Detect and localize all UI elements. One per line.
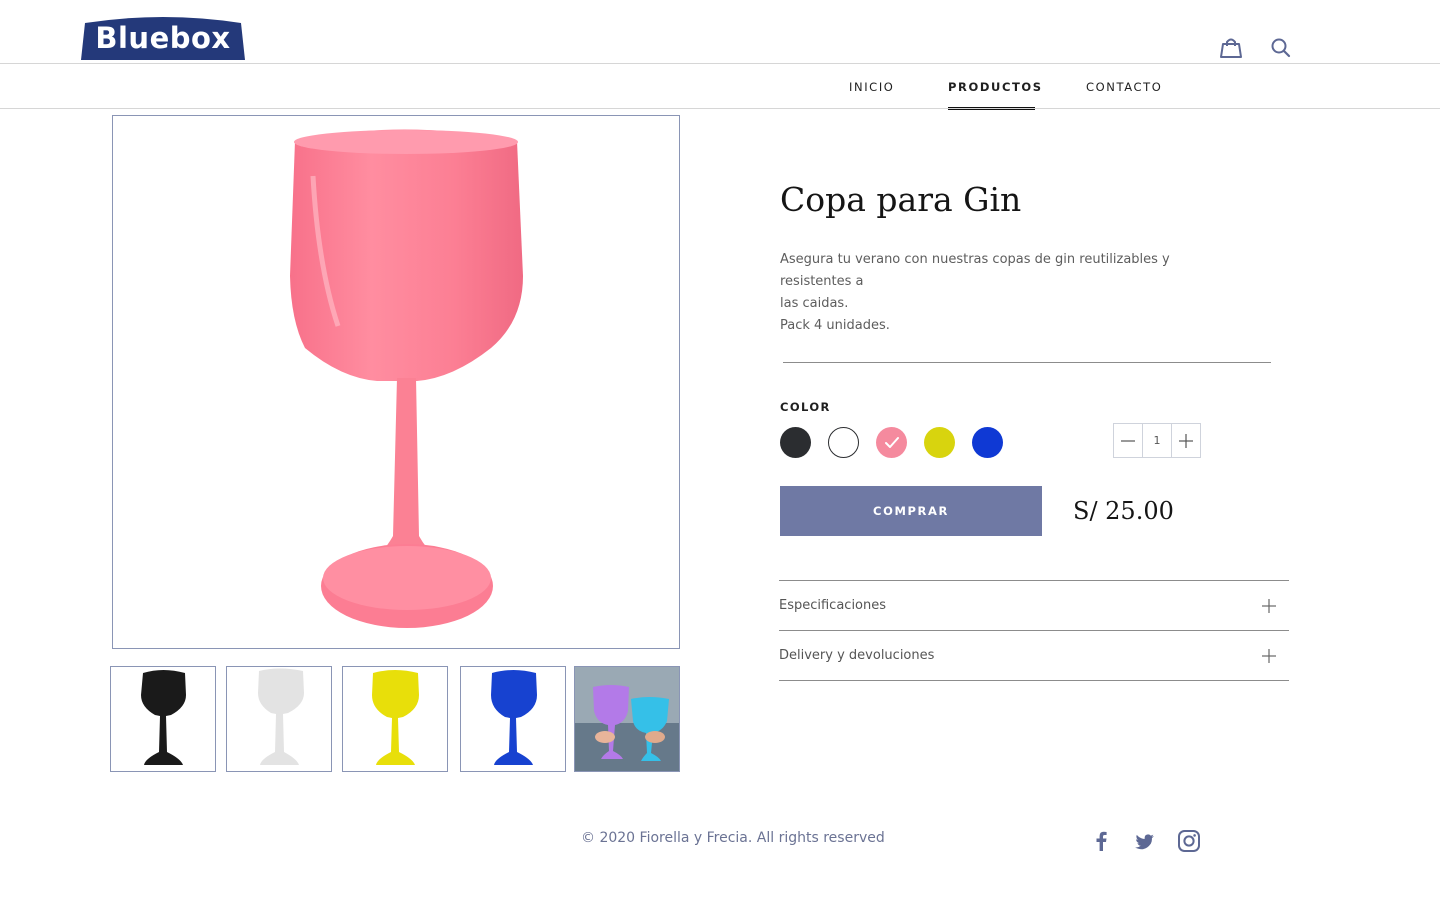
color-swatch-negro[interactable] bbox=[780, 427, 811, 458]
color-swatch-rosado[interactable] bbox=[876, 427, 907, 458]
accordion-divider bbox=[779, 630, 1289, 631]
footer-copyright: © 2020 Fiorella y Frecia. All rights res… bbox=[581, 830, 885, 846]
accordion-delivery[interactable]: Delivery y devoluciones bbox=[779, 632, 1289, 680]
instagram-icon[interactable] bbox=[1177, 829, 1201, 853]
description-line: las caidas. bbox=[780, 296, 849, 311]
accordion-especificaciones[interactable]: Especificaciones bbox=[779, 582, 1289, 630]
thumbnail-lifestyle-photo[interactable] bbox=[574, 666, 680, 772]
product-title: Copa para Gin bbox=[780, 180, 1022, 219]
description-line: Pack 4 unidades. bbox=[780, 318, 890, 333]
bag-icon[interactable] bbox=[1219, 37, 1243, 59]
color-swatch-azul[interactable] bbox=[972, 427, 1003, 458]
thumbnail-yellow[interactable] bbox=[342, 666, 448, 772]
main-product-image bbox=[112, 115, 680, 649]
minus-icon bbox=[1121, 440, 1135, 442]
twitter-icon[interactable] bbox=[1133, 829, 1155, 853]
nav-inicio[interactable]: INICIO bbox=[849, 80, 894, 94]
accordion-label: Delivery y devoluciones bbox=[779, 648, 935, 663]
buy-button[interactable]: COMPRAR bbox=[780, 486, 1042, 536]
quantity-input[interactable]: 1 bbox=[1142, 423, 1172, 458]
nav-productos[interactable]: PRODUCTOS bbox=[948, 80, 1043, 94]
quantity-value: 1 bbox=[1153, 434, 1161, 447]
facebook-icon[interactable] bbox=[1093, 829, 1109, 853]
logo-text: Bluebox bbox=[95, 21, 231, 55]
quantity-decrement-button[interactable] bbox=[1113, 423, 1143, 458]
color-swatch-blanco[interactable] bbox=[828, 427, 859, 458]
color-label: COLOR bbox=[780, 400, 831, 414]
nav-contacto[interactable]: CONTACTO bbox=[1086, 80, 1162, 94]
quantity-increment-button[interactable] bbox=[1171, 423, 1201, 458]
product-price: S/ 25.00 bbox=[1073, 497, 1174, 525]
plus-icon bbox=[1179, 434, 1193, 448]
product-description: Asegura tu verano con nuestras copas de … bbox=[780, 249, 1230, 337]
accordion-divider bbox=[779, 680, 1289, 681]
header-divider bbox=[0, 63, 1440, 64]
color-swatch-amarillo[interactable] bbox=[924, 427, 955, 458]
plus-icon bbox=[1262, 649, 1276, 663]
accordion-label: Especificaciones bbox=[779, 598, 887, 613]
thumbnail-black[interactable] bbox=[110, 666, 216, 772]
search-icon[interactable] bbox=[1270, 37, 1294, 59]
brand-logo[interactable]: Bluebox bbox=[81, 15, 245, 60]
description-divider bbox=[783, 362, 1271, 363]
thumbnail-blue[interactable] bbox=[460, 666, 566, 772]
description-line: Asegura tu verano con nuestras copas de … bbox=[780, 252, 1170, 289]
accordion-divider bbox=[779, 580, 1289, 581]
nav-divider bbox=[0, 108, 1440, 109]
thumbnail-white[interactable] bbox=[226, 666, 332, 772]
check-icon bbox=[885, 437, 899, 448]
plus-icon bbox=[1262, 599, 1276, 613]
